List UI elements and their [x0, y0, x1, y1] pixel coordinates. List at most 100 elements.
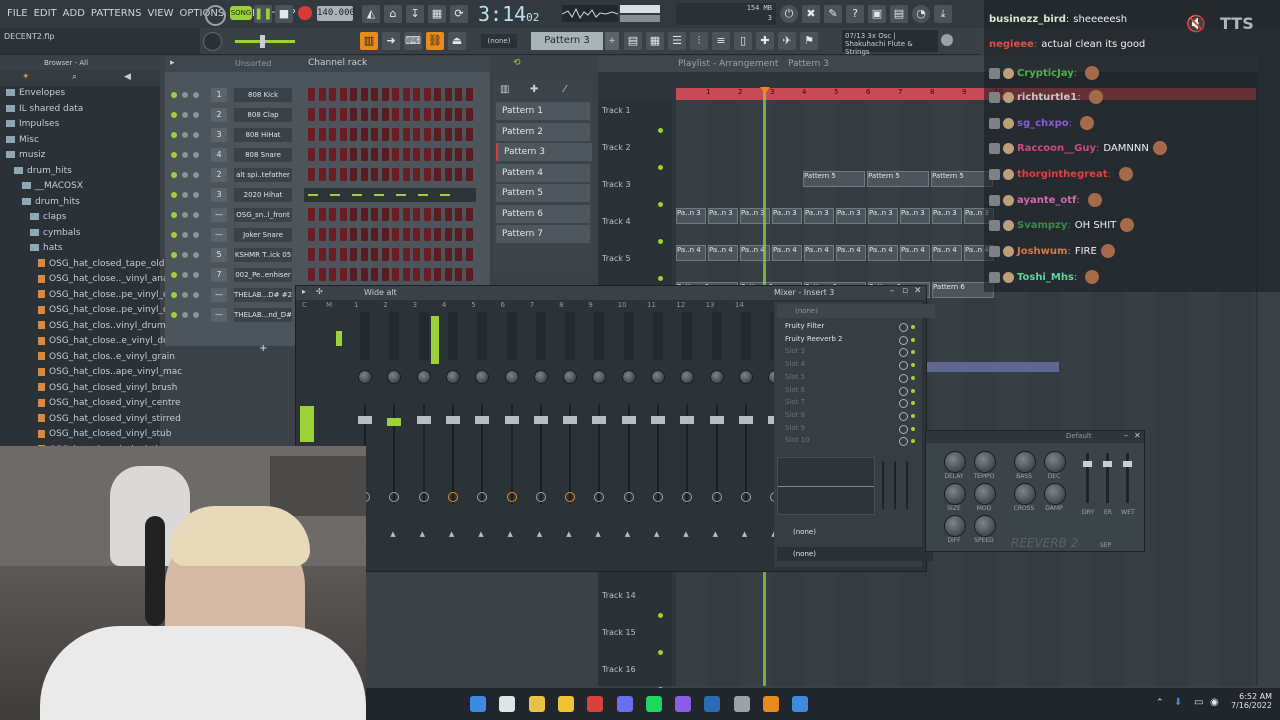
- pattern-item[interactable]: Pattern 4: [496, 163, 590, 182]
- step-button[interactable]: [455, 168, 462, 181]
- step-button[interactable]: [350, 208, 357, 221]
- volume-fader[interactable]: [680, 416, 695, 424]
- playlist-clip[interactable]: Pa..n 3: [772, 208, 802, 224]
- channel-knob[interactable]: [182, 192, 188, 198]
- step-button[interactable]: [339, 168, 347, 181]
- route-arrow-icon[interactable]: ▲: [508, 530, 513, 538]
- step-button[interactable]: [371, 88, 378, 101]
- browser-item[interactable]: OSG_hat_closed_vinyl_brush: [38, 383, 177, 393]
- step-button[interactable]: [434, 108, 441, 121]
- volume-fader[interactable]: [563, 416, 578, 424]
- channel-knob[interactable]: [193, 232, 199, 238]
- channel-mute-led[interactable]: [171, 232, 177, 238]
- pattern-item[interactable]: Pattern 6: [496, 204, 590, 223]
- channel-mixer-track[interactable]: 3: [211, 188, 227, 202]
- master-pitch-knob[interactable]: [205, 5, 226, 26]
- step-button[interactable]: [371, 128, 378, 141]
- step-button[interactable]: [413, 148, 420, 161]
- channel-knob[interactable]: [193, 272, 199, 278]
- step-button[interactable]: [318, 268, 326, 281]
- step-button[interactable]: [413, 228, 420, 241]
- mixer-strip[interactable]: ▲: [473, 312, 499, 562]
- mixer-strip[interactable]: ▲: [620, 312, 646, 562]
- step-button[interactable]: [455, 228, 462, 241]
- online-icon[interactable]: ⏻: [780, 5, 798, 23]
- mixer-output-1[interactable]: (none): [777, 525, 933, 539]
- step-button[interactable]: [423, 268, 431, 281]
- fx-enable-icon[interactable]: [682, 492, 693, 502]
- tray-chevron-icon[interactable]: ⌃: [1156, 698, 1164, 708]
- step-button[interactable]: [413, 88, 420, 101]
- search-icon[interactable]: [499, 696, 516, 712]
- step-button[interactable]: [360, 268, 368, 281]
- pan-knob[interactable]: [563, 370, 578, 384]
- download-icon[interactable]: ⤓: [934, 5, 952, 23]
- route-arrow-icon[interactable]: ▲: [390, 530, 395, 538]
- fx-slot[interactable]: Slot 9: [777, 424, 917, 435]
- browser-item[interactable]: OSG_hat_clos..vinyl_drummer: [38, 321, 184, 331]
- track-name[interactable]: Track 16: [602, 665, 636, 674]
- step-button[interactable]: [360, 148, 368, 161]
- mixer-strip[interactable]: ▲: [385, 312, 411, 562]
- typing-keyboard-icon[interactable]: ⌨: [404, 32, 422, 50]
- playlist-clip[interactable]: Pa..n 4: [772, 245, 802, 261]
- playlist-menu-icon[interactable]: ⟲: [513, 58, 521, 68]
- step-button[interactable]: [381, 208, 389, 221]
- fx-slot[interactable]: Fruity Filter: [777, 322, 917, 333]
- menu-patterns[interactable]: PATTERNS: [88, 0, 145, 28]
- tray-dropbox-icon[interactable]: ⬇: [1174, 697, 1182, 708]
- fx-slot[interactable]: Slot 10: [777, 436, 917, 447]
- save-icon[interactable]: ▣: [868, 5, 886, 23]
- reeverb-knob-delay[interactable]: [944, 451, 966, 473]
- tray-network-icon[interactable]: ◉: [1210, 697, 1219, 708]
- fx-slot-enable-led[interactable]: [911, 388, 915, 393]
- step-button[interactable]: [402, 108, 410, 121]
- channel-knob[interactable]: [182, 92, 188, 98]
- step-button[interactable]: [371, 228, 378, 241]
- playlist-clip[interactable]: Pattern 5: [803, 171, 865, 187]
- step-button[interactable]: [360, 208, 368, 221]
- channel-mixer-track[interactable]: —: [211, 208, 227, 222]
- volume-fader[interactable]: [416, 416, 431, 424]
- fx-slot[interactable]: Slot 8: [777, 411, 917, 422]
- step-button[interactable]: [465, 228, 473, 241]
- step-button[interactable]: [329, 108, 336, 121]
- step-button[interactable]: [413, 128, 420, 141]
- step-button[interactable]: [423, 168, 431, 181]
- step-button[interactable]: [329, 148, 336, 161]
- step-button[interactable]: [350, 248, 357, 261]
- pan-knob[interactable]: [709, 370, 724, 384]
- snap-select[interactable]: (none): [481, 34, 517, 48]
- channel-pianoroll-preview[interactable]: [304, 188, 476, 202]
- step-edit-icon[interactable]: ▦: [428, 5, 446, 23]
- browser-item[interactable]: IL shared data: [6, 104, 83, 114]
- mute-icon[interactable]: ✖: [802, 5, 820, 23]
- pan-knob[interactable]: [738, 370, 753, 384]
- step-button[interactable]: [423, 208, 431, 221]
- chrome-dev-icon[interactable]: [587, 696, 604, 712]
- step-button[interactable]: [350, 228, 357, 241]
- fx-slot-enable-led[interactable]: [911, 426, 915, 431]
- tray-clock[interactable]: 6:52 AM 7/16/2022: [1226, 692, 1272, 710]
- channel-knob[interactable]: [182, 112, 188, 118]
- history-icon[interactable]: ✎: [824, 5, 842, 23]
- step-button[interactable]: [465, 128, 473, 141]
- step-button[interactable]: [423, 248, 431, 261]
- channel-mixer-track[interactable]: —: [211, 288, 227, 302]
- track-mute-led[interactable]: [658, 650, 663, 655]
- step-button[interactable]: [308, 228, 315, 241]
- fx-slot-mix-knob[interactable]: [899, 373, 908, 383]
- plugin-preset[interactable]: Default: [1066, 432, 1092, 440]
- track-mute-led[interactable]: [658, 276, 663, 281]
- step-button[interactable]: [465, 88, 473, 101]
- step-button[interactable]: [392, 108, 399, 121]
- reeverb-slider-er[interactable]: [1103, 461, 1112, 467]
- picker-edit-icon[interactable]: ⁄: [564, 84, 566, 95]
- channel-knob[interactable]: [182, 292, 188, 298]
- fx-slot-enable-led[interactable]: [911, 325, 915, 329]
- pattern-item[interactable]: Pattern 5: [496, 184, 590, 202]
- step-button[interactable]: [465, 148, 473, 161]
- channel-name-button[interactable]: 002_Pe..enhiser: [234, 268, 292, 282]
- mixer-strip[interactable]: ▲: [444, 312, 470, 562]
- step-button[interactable]: [318, 248, 326, 261]
